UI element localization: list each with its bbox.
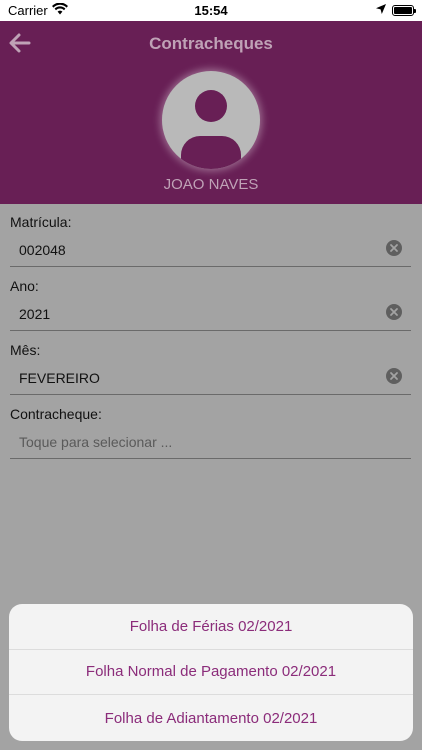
- sheet-item-normal[interactable]: Folha Normal de Pagamento 02/2021: [9, 650, 413, 696]
- field-underline: [10, 394, 411, 395]
- mes-label: Mês:: [10, 342, 41, 358]
- mes-input[interactable]: FEVEREIRO: [19, 370, 100, 386]
- mes-field[interactable]: Mês: FEVEREIRO: [10, 332, 411, 395]
- matricula-label: Matrícula:: [10, 214, 72, 230]
- user-name: JOAO NAVES: [163, 176, 259, 193]
- battery-icon: [392, 5, 416, 16]
- field-underline: [10, 458, 411, 459]
- contracheque-field[interactable]: Contracheque: Toque para selecionar ...: [10, 396, 411, 459]
- ano-input[interactable]: 2021: [19, 306, 50, 322]
- header: Contracheques JOAO NAVES: [0, 21, 422, 204]
- clear-circle-icon[interactable]: [386, 304, 402, 320]
- avatar: [162, 71, 260, 169]
- ano-label: Ano:: [10, 278, 39, 294]
- clock: 15:54: [194, 3, 228, 18]
- field-underline: [10, 330, 411, 331]
- ano-field[interactable]: Ano: 2021: [10, 268, 411, 331]
- sheet-item-ferias[interactable]: Folha de Férias 02/2021: [9, 604, 413, 650]
- status-bar: Carrier 15:54: [0, 0, 422, 21]
- sheet-item-adiantamento[interactable]: Folha de Adiantamento 02/2021: [9, 695, 413, 741]
- contracheque-select[interactable]: Toque para selecionar ...: [19, 434, 172, 450]
- payslip-action-sheet: Folha de Férias 02/2021 Folha Normal de …: [9, 604, 413, 741]
- matricula-input[interactable]: 002048: [19, 242, 66, 258]
- field-underline: [10, 266, 411, 267]
- matricula-field[interactable]: Matrícula: 002048: [10, 204, 411, 267]
- page-title: Contracheques: [149, 34, 273, 53]
- location-arrow-icon: [376, 4, 386, 14]
- user-silhouette-icon: [181, 90, 241, 169]
- contracheque-label: Contracheque:: [10, 406, 102, 422]
- clear-circle-icon[interactable]: [386, 368, 402, 384]
- clear-circle-icon[interactable]: [386, 240, 402, 256]
